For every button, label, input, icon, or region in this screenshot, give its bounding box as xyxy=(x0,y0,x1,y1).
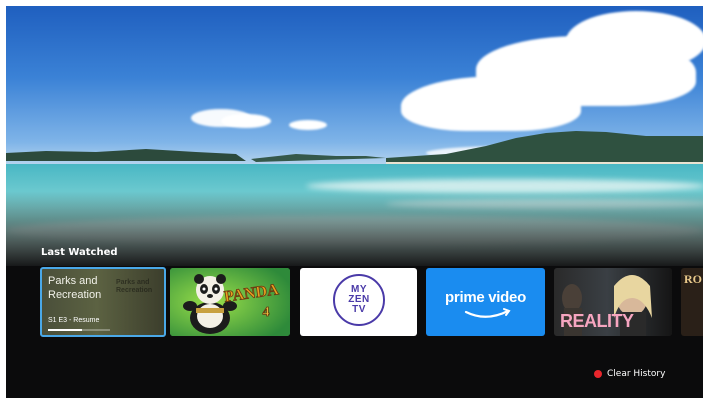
reality-title-text: REALITY xyxy=(560,311,634,331)
row-title-last-watched: Last Watched xyxy=(41,247,118,258)
tile-reality[interactable]: REALITY xyxy=(554,268,672,336)
episode-resume-label: S1 E3 - Resume xyxy=(48,317,100,324)
watch-progress-fill xyxy=(48,329,83,331)
tile-background-art-title: Parks and Recreation xyxy=(116,279,153,294)
tv-home-screen: Last Watched Parks and Recreation Parks … xyxy=(6,6,703,398)
island-hills xyxy=(6,131,703,166)
myzen-logo-line-3: TV xyxy=(352,304,366,315)
tile-kung-fu-panda[interactable]: PANDA 4 xyxy=(170,268,290,336)
panda-art-icon: PANDA 4 xyxy=(170,268,290,336)
partial-tile-text: RO xyxy=(684,272,702,286)
tile-title: Parks and Recreation xyxy=(48,275,102,301)
red-dot-icon xyxy=(594,370,602,378)
clear-history-button[interactable]: Clear History xyxy=(594,369,665,379)
tile-prime-video[interactable]: prime video xyxy=(426,268,545,336)
hero-background-image xyxy=(6,6,703,266)
prime-smile-icon xyxy=(464,308,511,318)
tile-parks-and-recreation[interactable]: Parks and Recreation Parks and Recreatio… xyxy=(40,267,166,337)
watch-progress-bar xyxy=(48,329,110,331)
myzen-tv-logo: MY ZEN TV xyxy=(333,274,385,326)
tile-myzen-tv[interactable]: MY ZEN TV xyxy=(300,268,417,336)
tile-partial-next[interactable]: RO xyxy=(681,268,703,336)
svg-text:4: 4 xyxy=(263,305,270,320)
clear-history-label: Clear History xyxy=(607,369,666,379)
